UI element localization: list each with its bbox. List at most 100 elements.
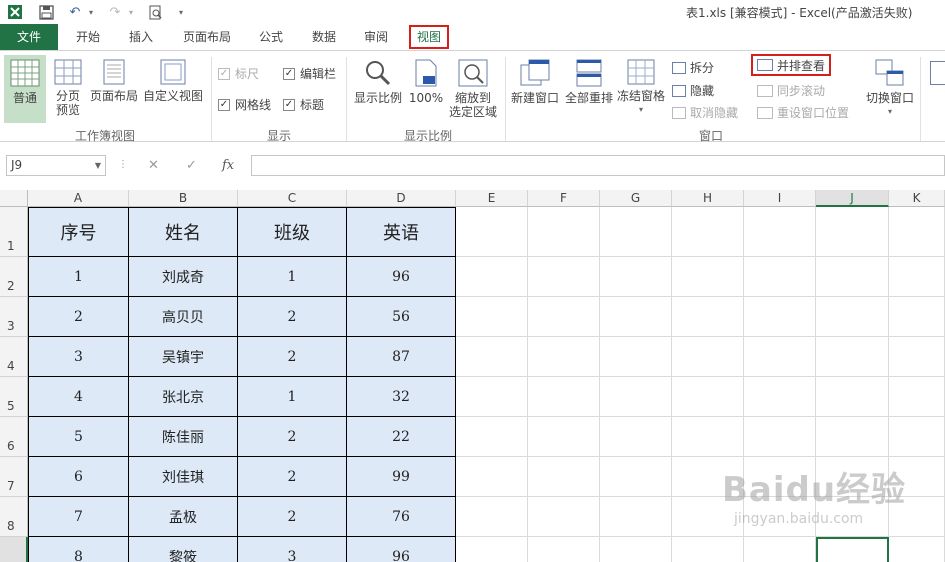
undo-dropdown-icon[interactable]: ▾ xyxy=(82,3,100,21)
grid-cell[interactable] xyxy=(456,417,528,457)
headings-checkbox[interactable]: ✓ 标题 xyxy=(283,96,324,113)
table-cell[interactable]: 56 xyxy=(347,297,456,337)
grid-cell[interactable] xyxy=(528,377,600,417)
column-header-k[interactable]: K xyxy=(889,190,945,207)
grid-cell[interactable] xyxy=(744,537,816,562)
grid-cell[interactable] xyxy=(672,297,744,337)
grid-cell[interactable] xyxy=(889,257,945,297)
worksheet-grid[interactable]: ABCDEFGHIJK 12345678 序号 姓名 班级 英语 1 刘成奇 1 96 2 高贝贝… xyxy=(0,190,945,562)
grid-cell[interactable] xyxy=(744,377,816,417)
grid-cell[interactable] xyxy=(889,457,945,497)
tab-review[interactable]: 审阅 xyxy=(356,24,396,50)
grid-cell[interactable] xyxy=(816,337,889,377)
grid-cell[interactable] xyxy=(744,457,816,497)
row-header-3[interactable]: 3 xyxy=(0,297,28,337)
table-cell[interactable]: 96 xyxy=(347,257,456,297)
grid-cell[interactable] xyxy=(600,257,672,297)
grid-cell[interactable] xyxy=(889,417,945,457)
customize-icon[interactable]: ▾ xyxy=(172,3,190,21)
table-header-cell[interactable]: 序号 xyxy=(28,207,129,257)
grid-cell[interactable] xyxy=(672,417,744,457)
formula-bar-checkbox[interactable]: ✓ 编辑栏 xyxy=(283,65,336,82)
tab-file[interactable]: 文件 xyxy=(0,24,58,50)
row-header-5[interactable]: 5 xyxy=(0,377,28,417)
grid-cell[interactable] xyxy=(456,457,528,497)
table-cell[interactable]: 6 xyxy=(28,457,129,497)
grid-cell[interactable] xyxy=(672,537,744,562)
column-header-e[interactable]: E xyxy=(456,190,528,207)
grid-cell[interactable] xyxy=(816,257,889,297)
sync-scroll-button[interactable]: 同步滚动 xyxy=(757,82,825,99)
column-header-b[interactable]: B xyxy=(129,190,238,207)
table-cell[interactable]: 2 xyxy=(238,417,347,457)
column-header-h[interactable]: H xyxy=(672,190,744,207)
insert-function-icon[interactable]: fx xyxy=(222,158,234,173)
table-cell[interactable]: 张北京 xyxy=(129,377,238,417)
grid-cell[interactable] xyxy=(528,537,600,562)
formula-input[interactable] xyxy=(251,155,945,176)
tab-formulas[interactable]: 公式 xyxy=(250,24,292,50)
table-cell[interactable]: 76 xyxy=(347,497,456,537)
table-cell[interactable]: 7 xyxy=(28,497,129,537)
new-window-button[interactable]: 新建窗口 xyxy=(510,59,560,105)
ruler-checkbox[interactable]: ✓ 标尺 xyxy=(218,65,259,82)
grid-cell[interactable] xyxy=(672,457,744,497)
hide-button[interactable]: 隐藏 xyxy=(672,82,714,99)
grid-cell[interactable] xyxy=(816,497,889,537)
grid-cell[interactable] xyxy=(672,257,744,297)
name-box[interactable]: J9 ▼ xyxy=(6,155,106,176)
table-cell[interactable]: 刘成奇 xyxy=(129,257,238,297)
table-cell[interactable]: 4 xyxy=(28,377,129,417)
grid-cell[interactable] xyxy=(816,457,889,497)
gridlines-checkbox[interactable]: ✓ 网格线 xyxy=(218,96,271,113)
zoom-100-button[interactable]: 100% xyxy=(408,59,444,105)
page-layout-view-button[interactable]: 页面布局 xyxy=(90,59,138,103)
row-header-4[interactable]: 4 xyxy=(0,337,28,377)
grid-cell[interactable] xyxy=(744,257,816,297)
table-cell[interactable]: 2 xyxy=(238,337,347,377)
grid-cell[interactable] xyxy=(456,537,528,562)
unhide-button[interactable]: 取消隐藏 xyxy=(672,104,738,121)
column-header-g[interactable]: G xyxy=(600,190,672,207)
select-all-corner[interactable] xyxy=(0,190,28,207)
grid-cell[interactable] xyxy=(889,537,945,562)
column-header-c[interactable]: C xyxy=(238,190,347,207)
split-button[interactable]: 拆分 xyxy=(672,59,714,76)
table-cell[interactable]: 99 xyxy=(347,457,456,497)
zoom-button[interactable]: 显示比例 xyxy=(352,59,404,105)
table-cell[interactable]: 1 xyxy=(238,257,347,297)
table-cell[interactable]: 87 xyxy=(347,337,456,377)
grid-cell[interactable] xyxy=(456,297,528,337)
row-header-selected[interactable] xyxy=(0,537,28,562)
grid-cell[interactable] xyxy=(600,337,672,377)
grid-cell[interactable] xyxy=(816,377,889,417)
column-header-a[interactable]: A xyxy=(28,190,129,207)
zoom-to-selection-button[interactable]: 缩放到 选定区域 xyxy=(448,59,498,119)
table-cell[interactable]: 刘佳琪 xyxy=(129,457,238,497)
arrange-all-button[interactable]: 全部重排 xyxy=(564,59,614,105)
grid-cell[interactable] xyxy=(600,457,672,497)
column-header-j[interactable]: J xyxy=(816,190,889,207)
row-header-2[interactable]: 2 xyxy=(0,257,28,297)
table-cell[interactable]: 3 xyxy=(238,537,347,562)
chevron-down-icon[interactable]: ▼ xyxy=(95,156,101,175)
grid-cell[interactable] xyxy=(600,297,672,337)
table-cell[interactable]: 2 xyxy=(238,457,347,497)
grid-cell[interactable] xyxy=(600,497,672,537)
print-preview-icon[interactable] xyxy=(146,3,164,21)
grid-cell[interactable] xyxy=(672,497,744,537)
redo-dropdown-icon[interactable]: ▾ xyxy=(122,3,140,21)
grid-cell[interactable] xyxy=(744,497,816,537)
grid-cell[interactable] xyxy=(528,207,600,257)
table-cell[interactable]: 黎筱 xyxy=(129,537,238,562)
table-cell[interactable]: 2 xyxy=(238,497,347,537)
table-cell[interactable]: 8 xyxy=(28,537,129,562)
grid-cell[interactable] xyxy=(889,207,945,257)
normal-view-button[interactable]: 普通 xyxy=(4,55,46,123)
table-header-cell[interactable]: 英语 xyxy=(347,207,456,257)
table-cell[interactable]: 3 xyxy=(28,337,129,377)
grid-cell[interactable] xyxy=(744,417,816,457)
grid-cell[interactable] xyxy=(889,377,945,417)
custom-views-button[interactable]: 自定义视图 xyxy=(143,59,203,103)
switch-windows-button[interactable]: 切换窗口 ▾ xyxy=(864,59,916,119)
